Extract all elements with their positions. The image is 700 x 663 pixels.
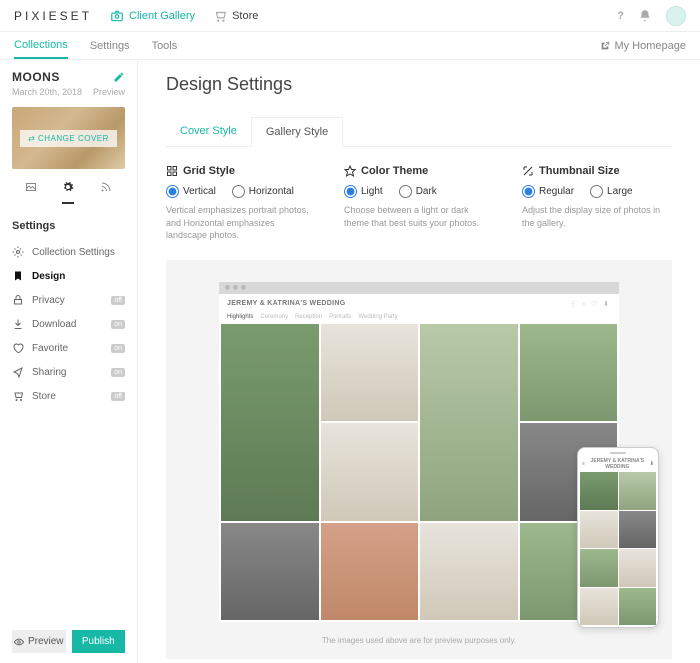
subtab-cover-style[interactable]: Cover Style [166,117,251,146]
grid-icon [166,165,178,177]
phone-photo [619,472,657,510]
heart-icon [12,342,24,354]
preview-disclaimer: The images used above are for preview pu… [192,636,646,645]
nav-store-label: Store [232,10,258,22]
sidebar-section-title: Settings [12,220,125,232]
download-icon [12,318,24,330]
gear-icon[interactable] [62,181,74,204]
subtabs: Cover Style Gallery Style [166,117,672,147]
eye-icon [14,637,24,647]
badge: off [111,296,125,305]
bell-icon[interactable] [638,9,652,23]
phone-photo [580,511,618,549]
radio-vertical[interactable]: Vertical [166,185,216,198]
my-homepage-label: My Homepage [614,40,686,52]
badge: on [111,368,125,377]
tab-settings[interactable]: Settings [90,40,130,52]
sidebar: MOONS March 20th, 2018 Preview ⇄ CHANGE … [0,60,138,663]
grid-desc: Vertical emphasizes portrait photos, and… [166,204,316,242]
preview-photo [321,423,419,521]
preview-photo [221,324,319,521]
radio-regular[interactable]: Regular [522,185,574,198]
lock-icon [12,294,24,306]
cart-icon [213,9,227,23]
share-icon [12,366,24,378]
my-homepage-link[interactable]: My Homepage [600,40,686,52]
browser-mockup: JEREMY & KATRINA'S WEDDING ⋮ ▫ ♡ ⬇ Highl… [219,282,619,623]
collection-preview-link[interactable]: Preview [93,87,125,97]
preview-photo [420,324,518,521]
cover-image: ⇄ CHANGE COVER [12,107,125,169]
sidebar-item-favorite[interactable]: Favoriteon [12,336,125,360]
badge: off [111,392,125,401]
phone-photo [580,472,618,510]
nav-store[interactable]: Store [213,9,258,23]
avatar[interactable] [666,6,686,26]
subtab-gallery-style[interactable]: Gallery Style [251,117,343,147]
preview-button[interactable]: Preview [12,630,66,653]
cart-small-icon [12,390,24,402]
thumb-desc: Adjust the display size of photos in the… [522,204,672,229]
tab-bar: Collections Settings Tools My Homepage [0,32,700,60]
badge: on [111,344,125,353]
preview-photo [321,324,419,422]
option-color-theme: Color Theme Light Dark Choose between a … [344,165,494,242]
preview-photo [321,523,419,621]
camera-icon [110,9,124,23]
brand-logo[interactable]: PIXIESET [14,9,92,23]
bookmark-icon [12,270,24,282]
phone-photo [619,549,657,587]
color-desc: Choose between a light or dark theme tha… [344,204,494,229]
phone-photo [580,549,618,587]
preview-photo [420,523,518,621]
top-bar: PIXIESET Client Gallery Store ? [0,0,700,32]
page-title: Design Settings [166,74,672,95]
sidebar-item-collection-settings[interactable]: Collection Settings [12,240,125,264]
photos-icon[interactable] [25,181,37,198]
collection-date: March 20th, 2018 [12,87,82,97]
phone-photo [580,588,618,626]
sidebar-item-download[interactable]: Downloadon [12,312,125,336]
radio-dark[interactable]: Dark [399,185,437,198]
nav-client-gallery-label: Client Gallery [129,10,195,22]
preview-photo [221,523,319,621]
star-icon [344,165,356,177]
option-grid-style: Grid Style Vertical Horizontal Vertical … [166,165,316,242]
phone-mockup: ≡JEREMY & KATRINA'S WEDDING⬇ [577,447,659,628]
sidebar-item-store[interactable]: Storeoff [12,384,125,408]
help-icon[interactable]: ? [617,10,624,22]
sidebar-item-design[interactable]: Design [12,264,125,288]
gear-outline-icon [12,246,24,258]
pencil-icon[interactable] [113,71,125,83]
sidebar-item-privacy[interactable]: Privacyoff [12,288,125,312]
option-thumbnail-size: Thumbnail Size Regular Large Adjust the … [522,165,672,242]
radio-large[interactable]: Large [590,185,633,198]
gallery-preview: JEREMY & KATRINA'S WEDDING ⋮ ▫ ♡ ⬇ Highl… [166,260,672,660]
publish-button[interactable]: Publish [72,630,126,653]
nav-client-gallery[interactable]: Client Gallery [110,9,195,23]
rss-icon[interactable] [100,181,112,198]
radio-horizontal[interactable]: Horizontal [232,185,294,198]
tab-collections[interactable]: Collections [14,39,68,59]
preview-photo [520,324,618,422]
collection-title: MOONS [12,70,60,84]
external-link-icon [600,41,610,51]
badge: on [111,320,125,329]
phone-photo [619,588,657,626]
radio-light[interactable]: Light [344,185,383,198]
phone-photo [619,511,657,549]
tab-tools[interactable]: Tools [152,40,178,52]
change-cover-button[interactable]: ⇄ CHANGE COVER [20,130,117,147]
expand-icon [522,165,534,177]
preview-site-title: JEREMY & KATRINA'S WEDDING [227,300,346,307]
sidebar-item-sharing[interactable]: Sharingon [12,360,125,384]
main-content: Design Settings Cover Style Gallery Styl… [138,60,700,663]
